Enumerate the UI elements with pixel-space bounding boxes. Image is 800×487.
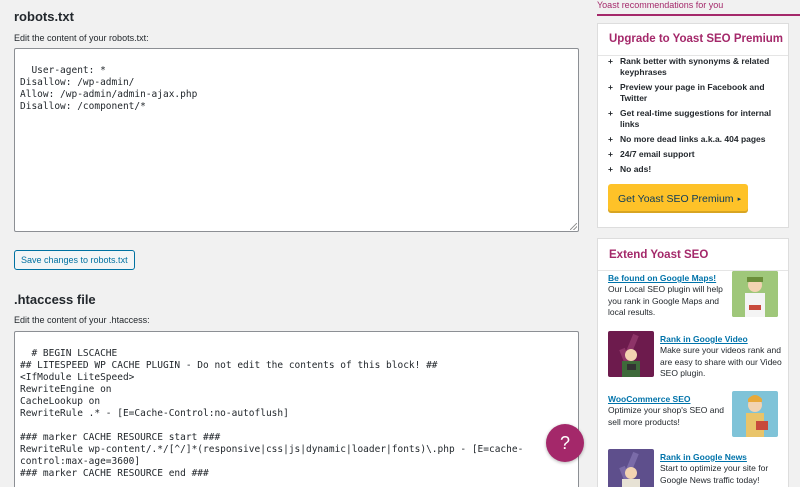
robots-textarea[interactable]: User-agent: * Disallow: /wp-admin/ Allow… [14, 48, 579, 232]
htaccess-textarea[interactable]: # BEGIN LSCACHE ## LITESPEED WP CACHE PL… [14, 331, 579, 487]
extend-card: Extend Yoast SEO Be found on Google Maps… [597, 238, 789, 487]
benefit-item: Rank better with synonyms & related keyp… [608, 56, 783, 78]
robots-title: robots.txt [14, 9, 74, 24]
extension-link[interactable]: Rank in Google Video [660, 334, 786, 345]
local-seo-icon [732, 271, 778, 317]
benefit-item: No ads! [608, 164, 783, 175]
robots-content: User-agent: * Disallow: /wp-admin/ Allow… [20, 65, 198, 112]
caret-right-icon: ▸ [737, 195, 742, 203]
save-robots-button[interactable]: Save changes to robots.txt [14, 250, 135, 270]
benefit-item: Get real-time suggestions for internal l… [608, 108, 783, 130]
resize-grip-icon[interactable] [570, 223, 577, 230]
woocommerce-seo-icon [732, 391, 778, 437]
robots-field-label: Edit the content of your robots.txt: [14, 33, 149, 43]
get-premium-button[interactable]: Get Yoast SEO Premium ▸ [608, 184, 748, 213]
extension-description: Start to optimize your site for Google N… [660, 463, 769, 485]
extension-description: Optimize your shop's SEO and sell more p… [608, 405, 724, 427]
benefit-item: Preview your page in Facebook and Twitte… [608, 82, 783, 104]
extension-description: Our Local SEO plugin will help you rank … [608, 284, 723, 317]
premium-benefits-list: Rank better with synonyms & related keyp… [608, 56, 783, 179]
extension-item-video: Rank in Google Video Make sure your vide… [660, 334, 786, 380]
video-seo-icon [608, 331, 654, 377]
htaccess-content: # BEGIN LSCACHE ## LITESPEED WP CACHE PL… [20, 348, 524, 479]
get-premium-label: Get Yoast SEO Premium [618, 192, 734, 205]
htaccess-field-label: Edit the content of your .htaccess: [14, 315, 150, 325]
premium-card-title: Upgrade to Yoast SEO Premium [609, 33, 784, 45]
htaccess-title: .htaccess file [14, 292, 96, 307]
benefit-item: 24/7 email support [608, 149, 783, 160]
sidebar-header: Yoast recommendations for you [597, 0, 800, 16]
extension-description: Make sure your videos rank and are easy … [660, 345, 782, 378]
extension-link[interactable]: Rank in Google News [660, 452, 786, 463]
premium-card: Upgrade to Yoast SEO Premium Rank better… [597, 23, 789, 228]
help-button[interactable]: ? [546, 424, 584, 462]
extend-card-title: Extend Yoast SEO [609, 249, 709, 261]
news-seo-icon [608, 449, 654, 487]
benefit-item: No more dead links a.k.a. 404 pages [608, 134, 783, 145]
extension-item-news: Rank in Google News Start to optimize yo… [660, 452, 786, 486]
help-icon: ? [559, 432, 570, 453]
